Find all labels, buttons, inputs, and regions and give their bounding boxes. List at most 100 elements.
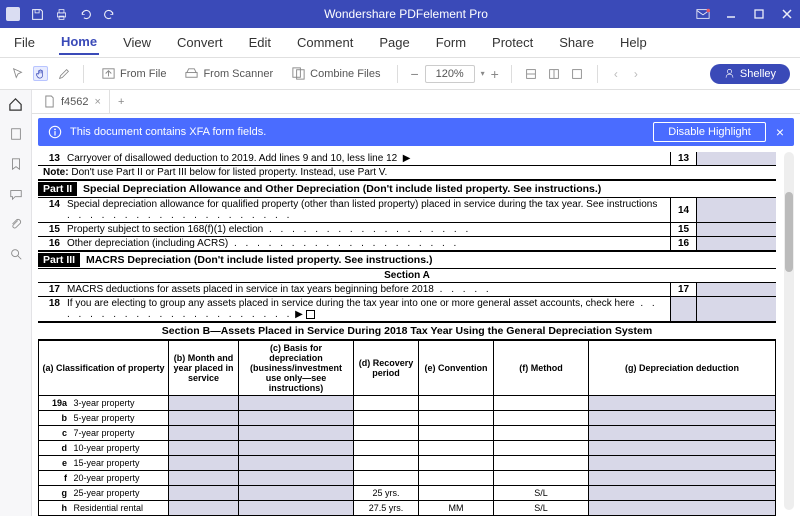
new-tab-button[interactable]: + xyxy=(110,96,132,108)
attachments-icon[interactable] xyxy=(8,216,24,232)
combine-icon xyxy=(291,66,306,81)
row-method: S/L xyxy=(494,486,589,501)
line16-field[interactable] xyxy=(696,237,776,250)
pointer-tool-icon[interactable] xyxy=(10,66,25,81)
close-icon[interactable] xyxy=(780,7,794,21)
row-deduction-field[interactable] xyxy=(589,426,776,441)
from-file-button[interactable]: From File xyxy=(96,63,171,84)
zoom-value[interactable]: 120% xyxy=(425,65,475,83)
zoom-controls: − 120% ▾ + xyxy=(410,65,498,83)
vertical-scrollbar[interactable] xyxy=(784,152,794,510)
scroll-thumb[interactable] xyxy=(785,192,793,272)
menu-page[interactable]: Page xyxy=(377,31,411,54)
menu-home[interactable]: Home xyxy=(59,30,99,55)
row-basis-field[interactable] xyxy=(239,396,354,411)
row-basis-field[interactable] xyxy=(239,456,354,471)
row-basis-field[interactable] xyxy=(239,441,354,456)
row-method xyxy=(494,471,589,486)
prev-page-icon[interactable]: ‹ xyxy=(610,67,622,81)
line15-text: Property subject to section 168(f)(1) el… xyxy=(64,223,670,236)
thumbnails-icon[interactable] xyxy=(8,126,24,142)
row-basis-field[interactable] xyxy=(239,471,354,486)
row-basis-field[interactable] xyxy=(239,486,354,501)
hand-tool-icon[interactable] xyxy=(33,66,48,81)
combine-files-button[interactable]: Combine Files xyxy=(286,63,385,84)
row-month-field[interactable] xyxy=(169,426,239,441)
minimize-icon[interactable] xyxy=(724,7,738,21)
disable-highlight-button[interactable]: Disable Highlight xyxy=(653,122,766,142)
row-deduction-field[interactable] xyxy=(589,471,776,486)
row-month-field[interactable] xyxy=(169,411,239,426)
row-deduction-field[interactable] xyxy=(589,501,776,516)
row-convention xyxy=(419,426,494,441)
zoom-dropdown-icon[interactable]: ▾ xyxy=(481,69,485,78)
menu-edit[interactable]: Edit xyxy=(247,31,273,54)
user-button[interactable]: Shelley xyxy=(710,64,790,84)
row-method xyxy=(494,441,589,456)
zoom-in-button[interactable]: + xyxy=(491,66,499,82)
document-tab[interactable]: f4562 × xyxy=(36,90,110,113)
from-scanner-button[interactable]: From Scanner xyxy=(179,63,278,84)
line16-num: 16 xyxy=(38,237,64,250)
row-month-field[interactable] xyxy=(169,471,239,486)
part2-label: Part II xyxy=(38,182,77,196)
toolbar: From File From Scanner Combine Files − 1… xyxy=(0,58,800,90)
comments-icon[interactable] xyxy=(8,186,24,202)
section-b-heading: Section B—Assets Placed in Service Durin… xyxy=(38,322,776,340)
print-icon[interactable] xyxy=(54,7,68,21)
menu-protect[interactable]: Protect xyxy=(490,31,535,54)
col-f: (f) Method xyxy=(494,341,589,396)
col-b: (b) Month and year placed in service xyxy=(169,341,239,396)
menu-comment[interactable]: Comment xyxy=(295,31,355,54)
line15-field[interactable] xyxy=(696,223,776,236)
line18-text: If you are electing to group any assets … xyxy=(64,297,670,321)
row-month-field[interactable] xyxy=(169,441,239,456)
row-month-field[interactable] xyxy=(169,396,239,411)
row-method xyxy=(494,396,589,411)
row-basis-field[interactable] xyxy=(239,501,354,516)
row-basis-field[interactable] xyxy=(239,426,354,441)
row-deduction-field[interactable] xyxy=(589,441,776,456)
table-row: d 10-year property xyxy=(39,441,776,456)
xfa-close-icon[interactable]: × xyxy=(776,124,784,140)
row-month-field[interactable] xyxy=(169,486,239,501)
bookmarks-icon[interactable] xyxy=(8,156,24,172)
menu-view[interactable]: View xyxy=(121,31,153,54)
menu-file[interactable]: File xyxy=(12,31,37,54)
row-month-field[interactable] xyxy=(169,501,239,516)
tab-close-icon[interactable]: × xyxy=(95,96,101,108)
fit-page-icon[interactable] xyxy=(547,66,562,81)
line14-field[interactable] xyxy=(696,198,776,222)
row-deduction-field[interactable] xyxy=(589,411,776,426)
line13-field[interactable] xyxy=(696,152,776,165)
row-convention: MM xyxy=(419,501,494,516)
maximize-icon[interactable] xyxy=(752,7,766,21)
row-convention xyxy=(419,441,494,456)
row-month-field[interactable] xyxy=(169,456,239,471)
fit-width-icon[interactable] xyxy=(524,66,539,81)
row-deduction-field[interactable] xyxy=(589,456,776,471)
menu-convert[interactable]: Convert xyxy=(175,31,225,54)
line17-field[interactable] xyxy=(696,283,776,296)
line13-text: Carryover of disallowed deduction to 201… xyxy=(64,152,670,165)
row-basis-field[interactable] xyxy=(239,411,354,426)
line13-num: 13 xyxy=(38,152,64,165)
actual-size-icon[interactable] xyxy=(570,66,585,81)
next-page-icon[interactable]: › xyxy=(630,67,642,81)
edit-tool-icon[interactable] xyxy=(56,66,71,81)
mail-icon[interactable] xyxy=(696,7,710,21)
home-icon[interactable] xyxy=(8,96,24,112)
table-row: h Residential rental27.5 yrs.MMS/L xyxy=(39,501,776,516)
row-deduction-field[interactable] xyxy=(589,486,776,501)
menu-share[interactable]: Share xyxy=(557,31,596,54)
undo-icon[interactable] xyxy=(78,7,92,21)
redo-icon[interactable] xyxy=(102,7,116,21)
search-icon[interactable] xyxy=(8,246,24,262)
line18-checkbox[interactable] xyxy=(306,310,315,319)
save-icon[interactable] xyxy=(30,7,44,21)
menu-help[interactable]: Help xyxy=(618,31,649,54)
row-deduction-field[interactable] xyxy=(589,396,776,411)
zoom-out-button[interactable]: − xyxy=(410,66,418,82)
menu-form[interactable]: Form xyxy=(434,31,468,54)
xfa-notification: This document contains XFA form fields. … xyxy=(38,118,794,146)
